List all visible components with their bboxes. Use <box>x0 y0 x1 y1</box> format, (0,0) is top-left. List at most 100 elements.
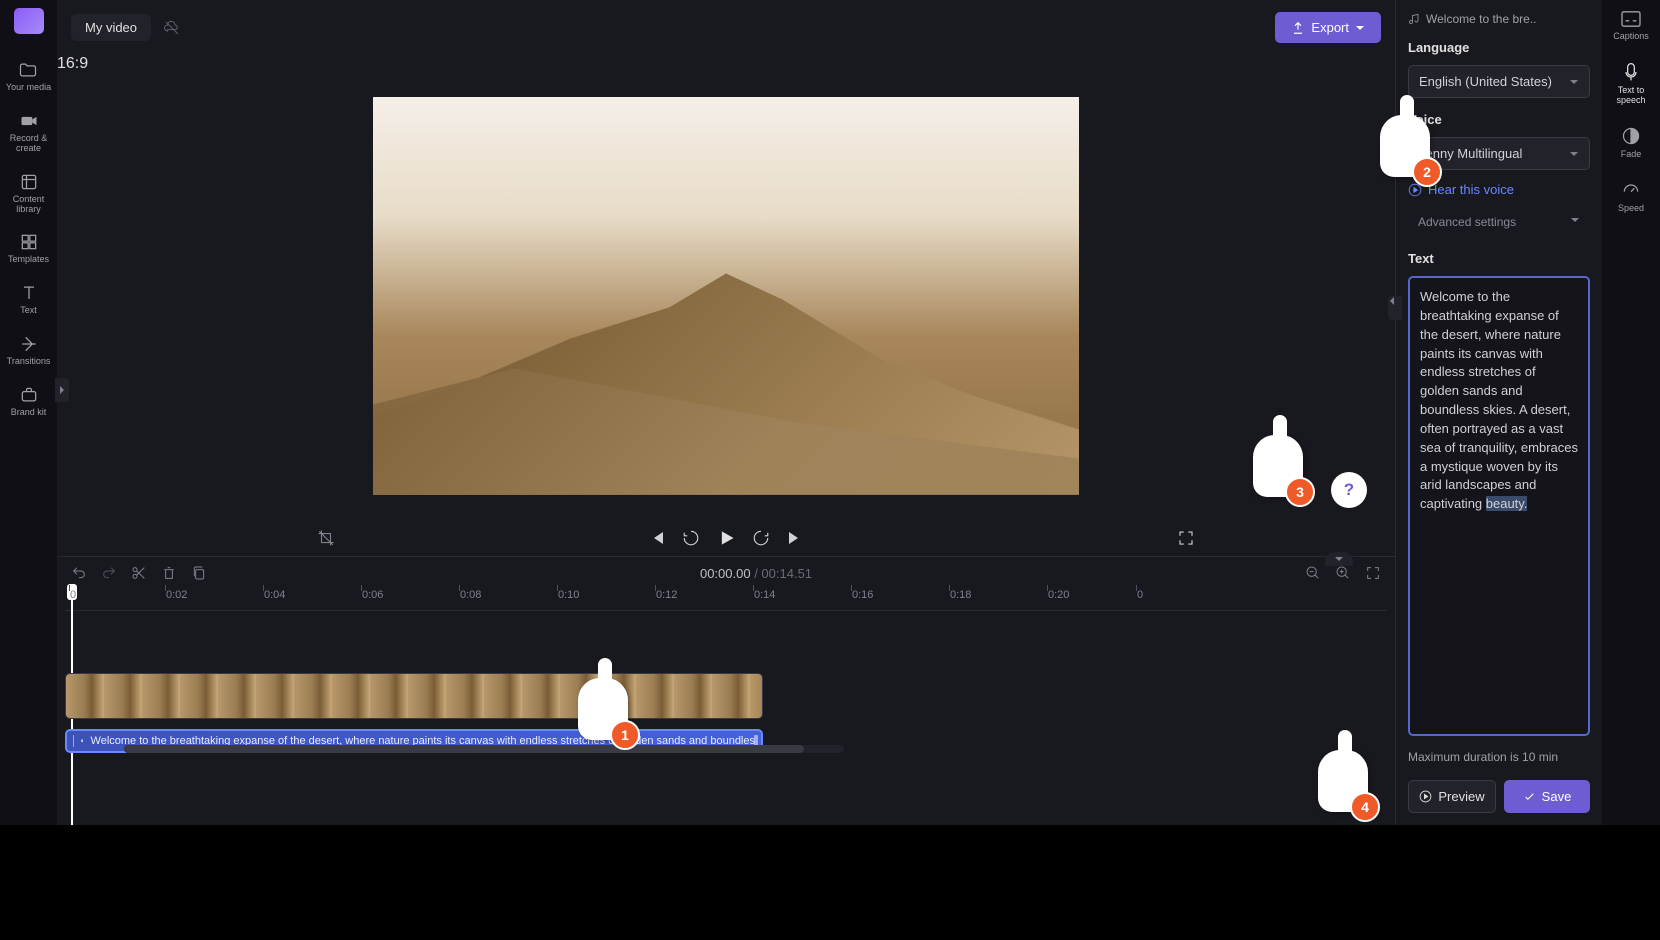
tts-panel: Welcome to the bre.. Language English (U… <box>1395 0 1602 825</box>
ruler-tick: 0:12 <box>656 589 677 601</box>
folder-icon <box>18 60 38 80</box>
help-button[interactable]: ? <box>1331 472 1367 508</box>
ruler-tick: 0:10 <box>558 589 579 601</box>
play-circle-icon <box>1408 183 1422 197</box>
ruler-tick: 0:20 <box>1048 589 1069 601</box>
nav-label-brand: Brand kit <box>11 408 47 418</box>
ruler-tick: 0:06 <box>362 589 383 601</box>
player-controls <box>57 518 1395 556</box>
text-icon <box>19 283 39 303</box>
ruler-tick: 0:14 <box>754 589 775 601</box>
video-clip[interactable] <box>65 673 763 719</box>
project-title[interactable]: My video <box>71 14 151 41</box>
music-note-icon <box>1408 13 1420 25</box>
total-duration: 00:14.51 <box>761 566 812 581</box>
top-bar: My video Export <box>57 0 1395 55</box>
fullscreen-icon[interactable] <box>1177 529 1195 547</box>
chevron-left-icon <box>1388 296 1396 306</box>
speed-icon <box>1621 180 1641 200</box>
nav-label-your-media: Your media <box>6 83 51 93</box>
skip-forward-icon[interactable] <box>786 529 804 547</box>
language-label: Language <box>1408 40 1590 55</box>
text-to-speech-tab[interactable]: Text to speech <box>1602 62 1660 106</box>
preview-area: ? <box>57 73 1395 518</box>
clip-handle-left[interactable] <box>73 735 74 747</box>
scissors-icon[interactable] <box>131 565 147 581</box>
voice-value: Jenny Multilingual <box>1419 146 1522 161</box>
crop-icon[interactable] <box>317 529 335 547</box>
advanced-settings-toggle[interactable]: Advanced settings <box>1408 207 1590 237</box>
voice-label: Voice <box>1408 112 1590 127</box>
undo-icon[interactable] <box>71 565 87 581</box>
captions-tab[interactable]: Captions <box>1613 10 1649 42</box>
timecode: 00:00.00 / 00:14.51 <box>700 566 812 581</box>
language-dropdown[interactable]: English (United States) <box>1408 65 1590 98</box>
max-duration-note: Maximum duration is 10 min <box>1408 750 1590 764</box>
transitions-icon <box>19 334 39 354</box>
nav-label-text: Text <box>20 306 37 316</box>
nav-transitions[interactable]: Transitions <box>7 332 51 369</box>
chevron-down-small-icon <box>1334 556 1344 562</box>
timeline-section: 00:00.00 / 00:14.51 0 0:02 0:04 0:06 0:0… <box>57 556 1395 825</box>
chevron-down-icon <box>1355 23 1365 33</box>
nav-your-media[interactable]: Your media <box>6 58 51 95</box>
current-time: 00:00.00 <box>700 566 751 581</box>
export-button[interactable]: Export <box>1275 12 1381 43</box>
trash-icon[interactable] <box>161 565 177 581</box>
timeline-tracks: Welcome to the breathtaking expanse of t… <box>57 611 1395 753</box>
fade-tab[interactable]: Fade <box>1621 126 1642 160</box>
timeline-scrollbar[interactable] <box>124 745 844 753</box>
export-label: Export <box>1311 20 1349 35</box>
nav-label-library: Content library <box>0 195 57 215</box>
nav-content-library[interactable]: Content library <box>0 170 57 217</box>
tts-text-content: Welcome to the breathtaking expanse of t… <box>1420 289 1578 511</box>
preview-button[interactable]: Preview <box>1408 780 1496 813</box>
skip-back-icon[interactable] <box>648 529 666 547</box>
timeline-toolbar: 00:00.00 / 00:14.51 <box>57 557 1395 589</box>
ruler-tick: 0:04 <box>264 589 285 601</box>
aspect-ratio-button[interactable]: 16:9 <box>57 55 1395 73</box>
timeline-ruler[interactable]: 0 0:02 0:04 0:06 0:08 0:10 0:12 0:14 0:1… <box>65 589 1387 611</box>
ruler-tick: 0:02 <box>166 589 187 601</box>
nav-text[interactable]: Text <box>19 281 39 318</box>
app-logo[interactable] <box>14 8 44 34</box>
panel-audio-header: Welcome to the bre.. <box>1408 12 1590 26</box>
nav-label-templates: Templates <box>8 255 49 265</box>
more-options[interactable] <box>1325 552 1353 566</box>
right-sidebar: Captions Text to speech Fade Speed <box>1602 0 1660 825</box>
cloud-sync-icon[interactable] <box>163 19 181 37</box>
zoom-in-icon[interactable] <box>1335 565 1351 581</box>
language-value: English (United States) <box>1419 74 1552 89</box>
speed-tab[interactable]: Speed <box>1618 180 1644 214</box>
ruler-tick: 0 <box>70 589 76 601</box>
play-icon[interactable] <box>716 528 736 548</box>
save-button[interactable]: Save <box>1504 780 1590 813</box>
nav-record-create[interactable]: Record & create <box>0 109 57 156</box>
tts-icon <box>1621 62 1641 82</box>
ruler-tick: 0 <box>1137 589 1143 601</box>
chevron-down-icon <box>1569 149 1579 159</box>
upload-icon <box>1291 21 1305 35</box>
collapse-right-panel[interactable] <box>1388 296 1402 320</box>
chevron-down-icon <box>1569 77 1579 87</box>
ruler-tick: 0:16 <box>852 589 873 601</box>
briefcase-icon <box>19 385 39 405</box>
left-sidebar: Your media Record & create Content libra… <box>0 0 57 825</box>
video-preview[interactable] <box>373 97 1079 495</box>
ruler-tick: 0:18 <box>950 589 971 601</box>
hear-voice-button[interactable]: Hear this voice <box>1408 182 1590 197</box>
ruler-tick: 0:08 <box>460 589 481 601</box>
redo-icon[interactable] <box>101 565 117 581</box>
rewind-icon[interactable] <box>682 529 700 547</box>
chevron-down-icon <box>1570 215 1580 225</box>
captions-icon <box>1620 10 1642 28</box>
nav-brand-kit[interactable]: Brand kit <box>11 383 47 420</box>
forward-icon[interactable] <box>752 529 770 547</box>
camera-icon <box>19 111 39 131</box>
nav-templates[interactable]: Templates <box>8 230 49 267</box>
tts-text-input[interactable]: Welcome to the breathtaking expanse of t… <box>1408 276 1590 736</box>
fit-icon[interactable] <box>1365 565 1381 581</box>
zoom-out-icon[interactable] <box>1305 565 1321 581</box>
copy-icon[interactable] <box>191 565 207 581</box>
voice-dropdown[interactable]: Jenny Multilingual <box>1408 137 1590 170</box>
